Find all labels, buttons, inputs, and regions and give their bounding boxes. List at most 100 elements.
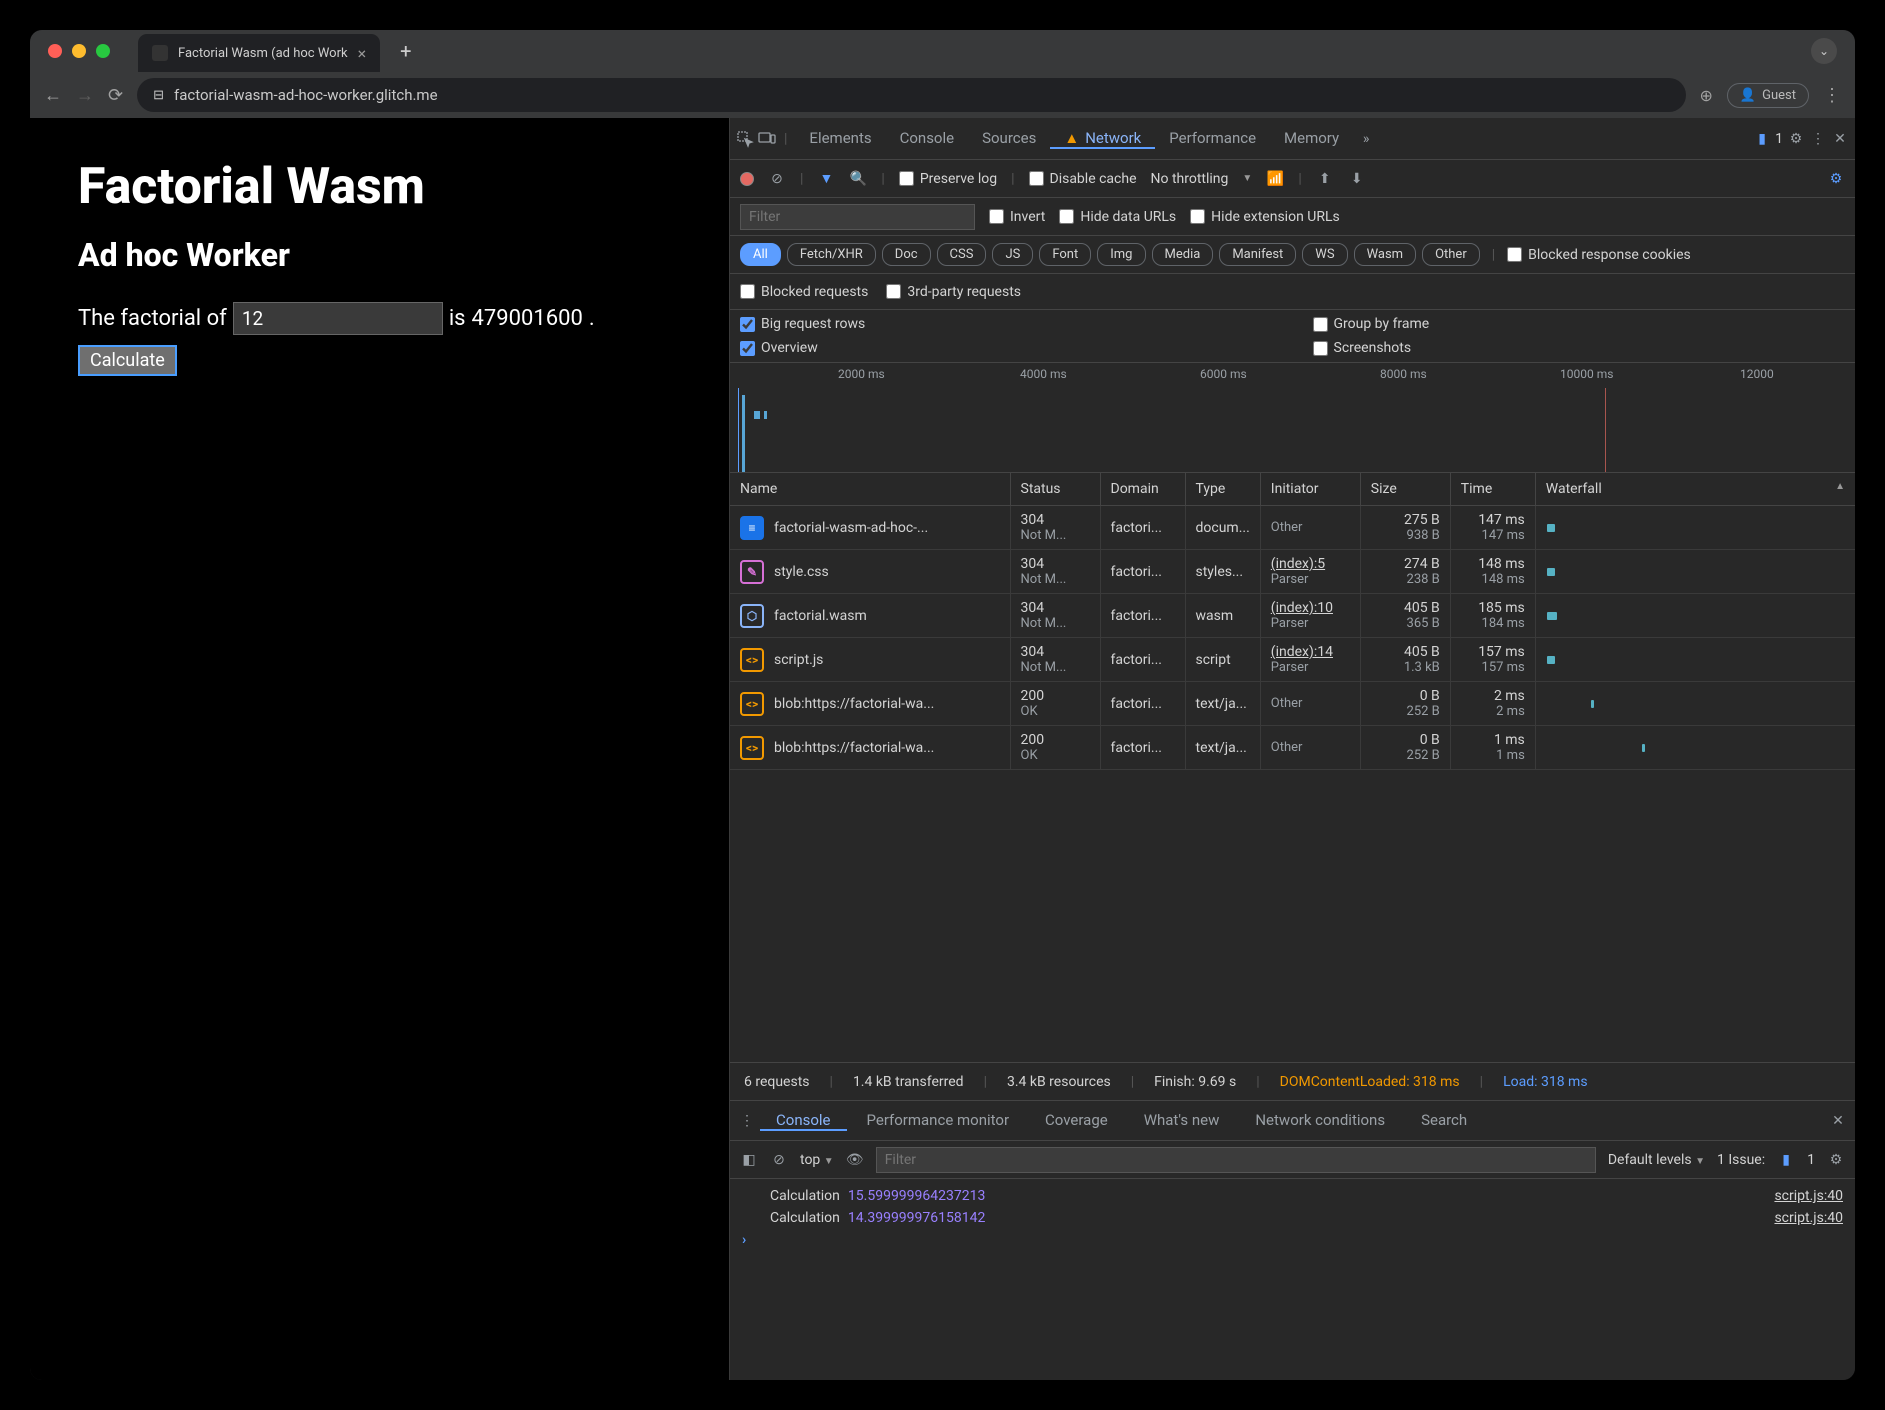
forward-icon[interactable]: →	[76, 85, 94, 106]
column-size[interactable]: Size	[1360, 473, 1450, 506]
overview-checkbox[interactable]: Overview	[740, 340, 1273, 356]
blocked-requests-checkbox[interactable]: Blocked requests	[740, 284, 868, 300]
record-icon[interactable]	[740, 172, 754, 186]
table-row[interactable]: ✎style.css304Not M...factori...styles...…	[730, 550, 1855, 594]
issue-badge-icon[interactable]: ▮	[1777, 1151, 1795, 1169]
factorial-input[interactable]	[233, 302, 443, 335]
inspect-element-icon[interactable]	[736, 130, 754, 148]
context-select[interactable]: top ▼	[800, 1152, 834, 1168]
column-waterfall[interactable]: Waterfall▲	[1535, 473, 1855, 506]
console-prompt-icon[interactable]: ›	[742, 1232, 746, 1248]
drawer-tab-console[interactable]: Console	[760, 1111, 847, 1131]
table-row[interactable]: ≡factorial-wasm-ad-hoc-...304Not M...fac…	[730, 506, 1855, 550]
devtools-tab-memory[interactable]: Memory	[1270, 129, 1353, 147]
column-status[interactable]: Status	[1010, 473, 1100, 506]
devtools-tab-network[interactable]: ▲Network	[1050, 129, 1155, 149]
drawer-tab-performance-monitor[interactable]: Performance monitor	[851, 1111, 1026, 1131]
column-time[interactable]: Time	[1450, 473, 1535, 506]
close-window-icon[interactable]	[48, 44, 62, 58]
chip-wasm[interactable]: Wasm	[1354, 243, 1417, 266]
network-conditions-icon[interactable]: 📶	[1266, 170, 1284, 188]
devtools-tab-performance[interactable]: Performance	[1155, 129, 1270, 147]
url-input[interactable]: ⊟ factorial-wasm-ad-hoc-worker.glitch.me	[137, 78, 1685, 112]
device-mode-icon[interactable]	[758, 130, 776, 148]
third-party-checkbox[interactable]: 3rd-party requests	[886, 284, 1021, 300]
issues-icon[interactable]: ▮	[1753, 130, 1771, 148]
chip-doc[interactable]: Doc	[882, 243, 931, 266]
chip-manifest[interactable]: Manifest	[1219, 243, 1296, 266]
close-tab-icon[interactable]: ×	[358, 44, 367, 63]
reload-icon[interactable]: ⟳	[108, 85, 123, 106]
kebab-menu-icon[interactable]: ⋮	[1809, 130, 1827, 148]
table-row[interactable]: <>script.js304Not M...factori...script(i…	[730, 638, 1855, 682]
chip-img[interactable]: Img	[1097, 243, 1145, 266]
big-rows-checkbox[interactable]: Big request rows	[740, 316, 1273, 332]
invert-checkbox[interactable]: Invert	[989, 209, 1045, 225]
browser-tab[interactable]: Factorial Wasm (ad hoc Work ×	[138, 34, 380, 72]
site-info-icon[interactable]: ⊟	[153, 88, 164, 103]
menu-icon[interactable]: ⋮	[1823, 85, 1841, 106]
console-sidebar-icon[interactable]: ◧	[740, 1151, 758, 1169]
console-filter-input[interactable]	[876, 1147, 1596, 1173]
filter-toggle-icon[interactable]: ▼	[817, 170, 835, 188]
devtools-tab-console[interactable]: Console	[886, 129, 969, 147]
hide-extension-urls-checkbox[interactable]: Hide extension URLs	[1190, 209, 1340, 225]
table-row[interactable]: ⬡factorial.wasm304Not M...factori...wasm…	[730, 594, 1855, 638]
column-domain[interactable]: Domain	[1100, 473, 1185, 506]
column-name[interactable]: Name	[730, 473, 1010, 506]
chip-media[interactable]: Media	[1152, 243, 1214, 266]
log-source-link[interactable]: script.js:40	[1774, 1188, 1843, 1204]
live-expression-icon[interactable]: 👁	[846, 1151, 864, 1169]
chip-font[interactable]: Font	[1039, 243, 1091, 266]
chip-fetchxhr[interactable]: Fetch/XHR	[787, 243, 876, 266]
search-icon[interactable]: 🔍	[849, 170, 867, 188]
devtools-tab-elements[interactable]: Elements	[795, 129, 885, 147]
chip-other[interactable]: Other	[1422, 243, 1480, 266]
new-tab-button[interactable]: +	[400, 39, 411, 63]
table-row[interactable]: <>blob:https://factorial-wa...200OKfacto…	[730, 682, 1855, 726]
drawer-tab-coverage[interactable]: Coverage	[1029, 1111, 1124, 1131]
calculate-button[interactable]: Calculate	[78, 345, 177, 376]
preserve-log-checkbox[interactable]: Preserve log	[899, 171, 997, 187]
drawer-tab-what's-new[interactable]: What's new	[1128, 1111, 1236, 1131]
group-frame-checkbox[interactable]: Group by frame	[1313, 316, 1846, 332]
maximize-window-icon[interactable]	[96, 44, 110, 58]
drawer-menu-icon[interactable]: ⋮	[738, 1112, 756, 1130]
import-har-icon[interactable]: ⬆	[1316, 170, 1334, 188]
chip-css[interactable]: CSS	[937, 243, 987, 266]
drawer-tab-search[interactable]: Search	[1405, 1111, 1483, 1131]
console-settings-icon[interactable]: ⚙	[1827, 1151, 1845, 1169]
filter-input[interactable]	[740, 204, 975, 230]
column-initiator[interactable]: Initiator	[1260, 473, 1360, 506]
close-devtools-icon[interactable]: ✕	[1831, 130, 1849, 148]
close-drawer-icon[interactable]: ✕	[1829, 1112, 1847, 1130]
throttling-caret-icon[interactable]: ▼	[1242, 173, 1252, 184]
table-row[interactable]: <>blob:https://factorial-wa...200OKfacto…	[730, 726, 1855, 770]
export-har-icon[interactable]: ⬇	[1348, 170, 1366, 188]
chip-ws[interactable]: WS	[1302, 243, 1347, 266]
disable-cache-checkbox[interactable]: Disable cache	[1029, 171, 1137, 187]
drawer-tab-network-conditions[interactable]: Network conditions	[1239, 1111, 1401, 1131]
throttling-select[interactable]: No throttling	[1151, 171, 1229, 187]
more-tabs-icon[interactable]: »	[1357, 130, 1375, 148]
clear-icon[interactable]: ⊘	[768, 170, 786, 188]
column-type[interactable]: Type	[1185, 473, 1260, 506]
zoom-icon[interactable]: ⊕	[1700, 86, 1713, 105]
settings-icon[interactable]: ⚙	[1787, 130, 1805, 148]
chip-all[interactable]: All	[740, 243, 781, 266]
log-source-link[interactable]: script.js:40	[1774, 1210, 1843, 1226]
profile-badge[interactable]: 👤 Guest	[1727, 83, 1809, 108]
timeline-overview[interactable]: 2000 ms4000 ms6000 ms8000 ms10000 ms1200…	[730, 363, 1855, 473]
chip-js[interactable]: JS	[992, 243, 1033, 266]
console-clear-icon[interactable]: ⊘	[770, 1151, 788, 1169]
hide-data-urls-checkbox[interactable]: Hide data URLs	[1059, 209, 1176, 225]
drawer: ⋮ ConsolePerformance monitorCoverageWhat…	[730, 1100, 1855, 1380]
devtools-tab-sources[interactable]: Sources	[968, 129, 1050, 147]
back-icon[interactable]: ←	[44, 85, 62, 106]
screenshots-checkbox[interactable]: Screenshots	[1313, 340, 1846, 356]
network-settings-icon[interactable]: ⚙	[1827, 170, 1845, 188]
minimize-window-icon[interactable]	[72, 44, 86, 58]
blocked-cookies-checkbox[interactable]: Blocked response cookies	[1507, 247, 1691, 263]
tabs-dropdown-icon[interactable]: ⌄	[1811, 38, 1837, 64]
log-levels-select[interactable]: Default levels ▼	[1608, 1152, 1705, 1168]
